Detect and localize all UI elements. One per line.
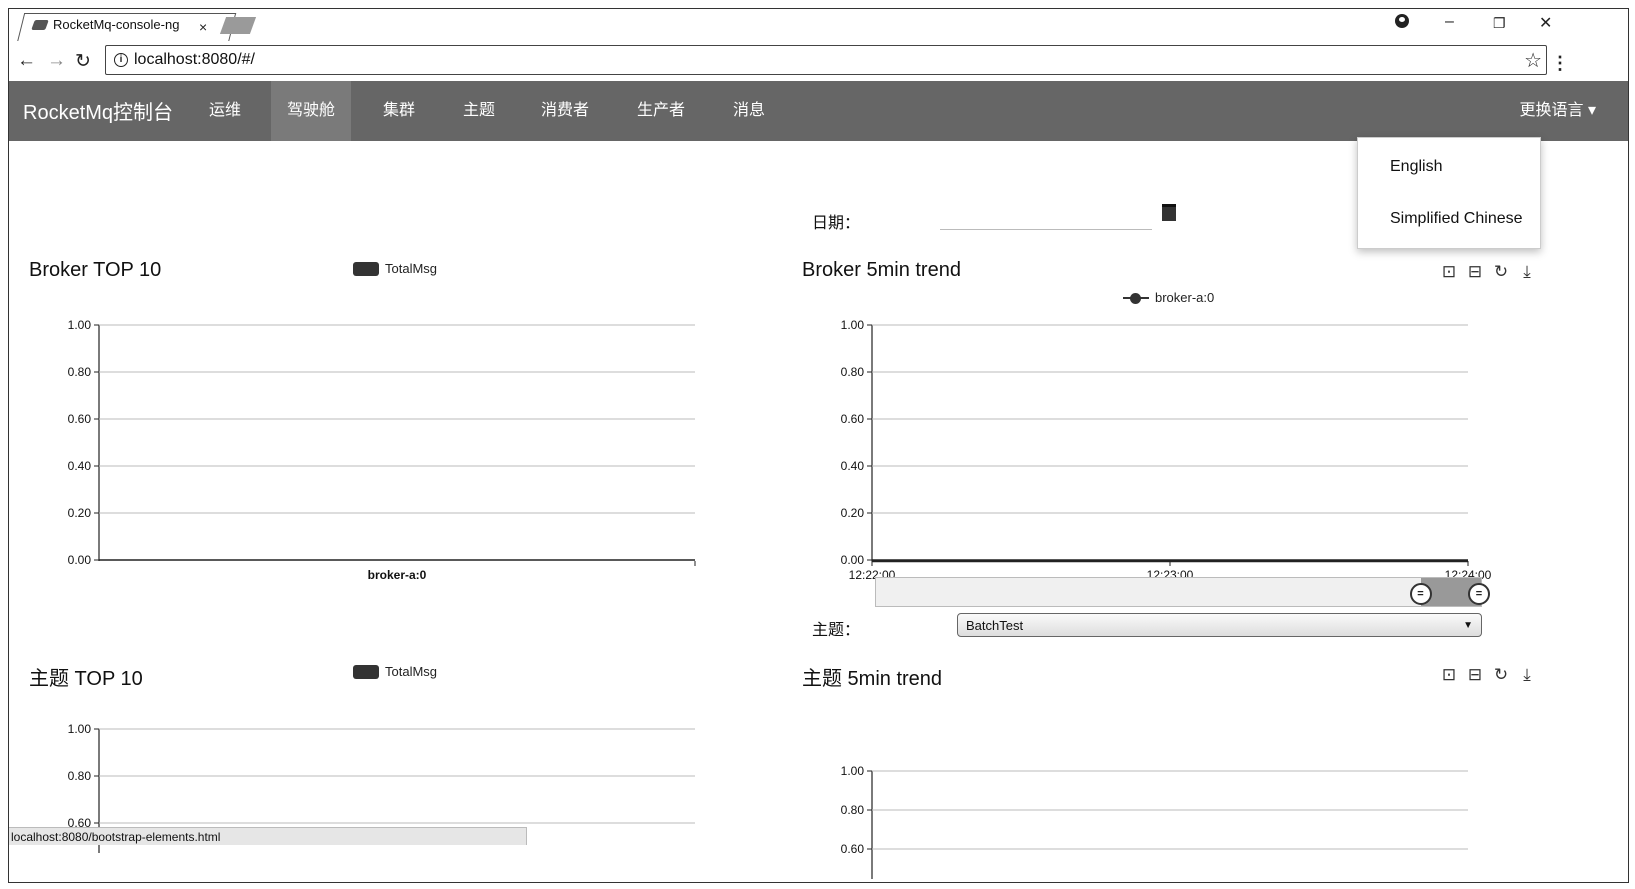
y-tick-label: 0.20: [841, 506, 865, 520]
y-tick-label: 0.40: [68, 459, 92, 473]
broker-trend-toolbox: ⊡ ⊟ ↻ ⤓: [1441, 262, 1535, 282]
lang-option-english[interactable]: English: [1390, 158, 1442, 176]
topic-select[interactable]: BatchTest ▼: [957, 613, 1482, 637]
zoom-end-handle[interactable]: =: [1468, 583, 1490, 605]
address-row: ← → ↻ i localhost:8080/#/ ☆ ⋮: [9, 41, 1628, 82]
address-bar[interactable]: i localhost:8080/#/ ☆: [105, 45, 1547, 75]
site-info-icon[interactable]: i: [114, 53, 128, 67]
data-zoom-slider[interactable]: = =: [875, 577, 1490, 607]
legend-label: TotalMsg: [385, 261, 438, 276]
url-text: localhost:8080/#/: [134, 51, 255, 68]
nav-item-producer[interactable]: 生产者: [621, 81, 701, 141]
restore-icon[interactable]: ↻: [1493, 262, 1509, 282]
legend-swatch: [353, 261, 379, 276]
topic-trend-chart: 1.00 0.80 0.60: [841, 764, 1468, 879]
tab-title: RocketMq-console-ng: [53, 17, 180, 32]
y-tick-label: 1.00: [841, 318, 865, 332]
y-tick-label: 0.80: [68, 769, 92, 783]
brand-title[interactable]: RocketMq控制台: [23, 96, 173, 125]
y-tick-label: 1.00: [68, 722, 92, 736]
reload-icon[interactable]: ↻: [75, 50, 91, 73]
forward-icon[interactable]: →: [47, 50, 66, 72]
topic-selected-value: BatchTest: [966, 618, 1024, 633]
account-icon[interactable]: [1395, 14, 1409, 28]
restore-icon[interactable]: ↻: [1493, 665, 1509, 685]
y-tick-label: 0.00: [68, 553, 92, 567]
y-tick-label: 1.00: [841, 764, 865, 778]
minimize-icon[interactable]: –: [1445, 13, 1454, 31]
nav-item-consumer[interactable]: 消费者: [525, 81, 605, 141]
topic-top-legend[interactable]: TotalMsg: [353, 664, 437, 679]
save-icon[interactable]: ⤓: [1519, 262, 1535, 282]
caret-down-icon: ▼: [1463, 620, 1473, 631]
zoom-start-handle[interactable]: =: [1409, 583, 1432, 605]
broker-trend-chart: 1.000.800.600.400.200.0012:22:00 12:23:00…: [841, 318, 1492, 582]
save-icon[interactable]: ⤓: [1519, 665, 1535, 685]
nav-item-ops[interactable]: 运维: [193, 81, 257, 141]
y-tick-label: 0.20: [68, 506, 92, 520]
zoom-reset-icon[interactable]: ⊟: [1467, 262, 1483, 282]
legend-swatch: [353, 664, 379, 679]
y-tick-label: 0.60: [841, 412, 865, 426]
legend-label: TotalMsg: [385, 664, 438, 679]
back-icon[interactable]: ←: [17, 50, 36, 72]
topic-top-chart: 1.000.800.60: [68, 722, 695, 853]
tab-close-icon[interactable]: ×: [199, 19, 207, 35]
broker-top-chart: 1.00 0.80 0.60 0.40 0.20 0.00 broker-a:0: [68, 318, 696, 582]
language-menu: English Simplified Chinese: [1357, 137, 1541, 249]
broker-top-legend[interactable]: TotalMsg: [353, 261, 437, 276]
restore-window-icon[interactable]: ❐: [1493, 15, 1506, 32]
broker-top-title: Broker TOP 10: [29, 259, 162, 281]
y-tick-label: 1.00: [68, 318, 92, 332]
zoom-icon[interactable]: ⊡: [1441, 262, 1457, 282]
app-navbar: RocketMq控制台 运维 驾驶舱 集群 主题 消费者 生产者 消息 更换语言…: [9, 81, 1628, 141]
y-tick-label: 0.60: [841, 842, 865, 856]
date-label: 日期：: [812, 215, 861, 232]
y-tick-label: 0.40: [841, 459, 865, 473]
zoom-reset-icon[interactable]: ⊟: [1467, 665, 1483, 685]
x-tick-label: broker-a:0: [368, 568, 427, 582]
nav-item-topic[interactable]: 主题: [447, 81, 511, 141]
y-tick-label: 0.60: [68, 412, 92, 426]
favicon-icon: [31, 19, 49, 30]
y-tick-label: 0.80: [68, 365, 92, 379]
browser-menu-icon[interactable]: ⋮: [1551, 53, 1569, 74]
y-tick-label: 0.00: [841, 553, 865, 567]
topic-trend-toolbox: ⊡ ⊟ ↻ ⤓: [1441, 665, 1535, 685]
topic-trend-title: 主题 5min trend: [802, 668, 943, 690]
nav-item-message[interactable]: 消息: [717, 81, 781, 141]
topic-label: 主题：: [812, 622, 861, 639]
status-bar-url: localhost:8080/bootstrap-elements.html: [9, 827, 527, 845]
nav-item-dashboard[interactable]: 驾驶舱: [271, 81, 352, 141]
tab-content: RocketMq-console-ng: [31, 17, 180, 32]
topic-top-title: 主题 TOP 10: [29, 668, 143, 690]
y-tick-label: 0.80: [841, 365, 865, 379]
lang-option-simplified-chinese[interactable]: Simplified Chinese: [1390, 210, 1523, 228]
close-window-icon[interactable]: ✕: [1539, 13, 1552, 33]
broker-trend-title: Broker 5min trend: [802, 259, 961, 281]
new-tab-button[interactable]: [219, 17, 257, 34]
calendar-icon[interactable]: [1162, 204, 1176, 221]
browser-window: RocketMq-console-ng × – ❐ ✕ ← → ↻ i loca…: [8, 8, 1629, 883]
bookmark-star-icon[interactable]: ☆: [1524, 48, 1542, 73]
zoom-icon[interactable]: ⊡: [1441, 665, 1457, 685]
nav-item-cluster[interactable]: 集群: [367, 81, 431, 141]
y-tick-label: 0.80: [841, 803, 865, 817]
tab-strip: RocketMq-console-ng × – ❐ ✕: [9, 9, 1628, 42]
language-dropdown-toggle[interactable]: 更换语言 ▾: [1520, 81, 1596, 141]
date-input[interactable]: [940, 205, 1152, 230]
